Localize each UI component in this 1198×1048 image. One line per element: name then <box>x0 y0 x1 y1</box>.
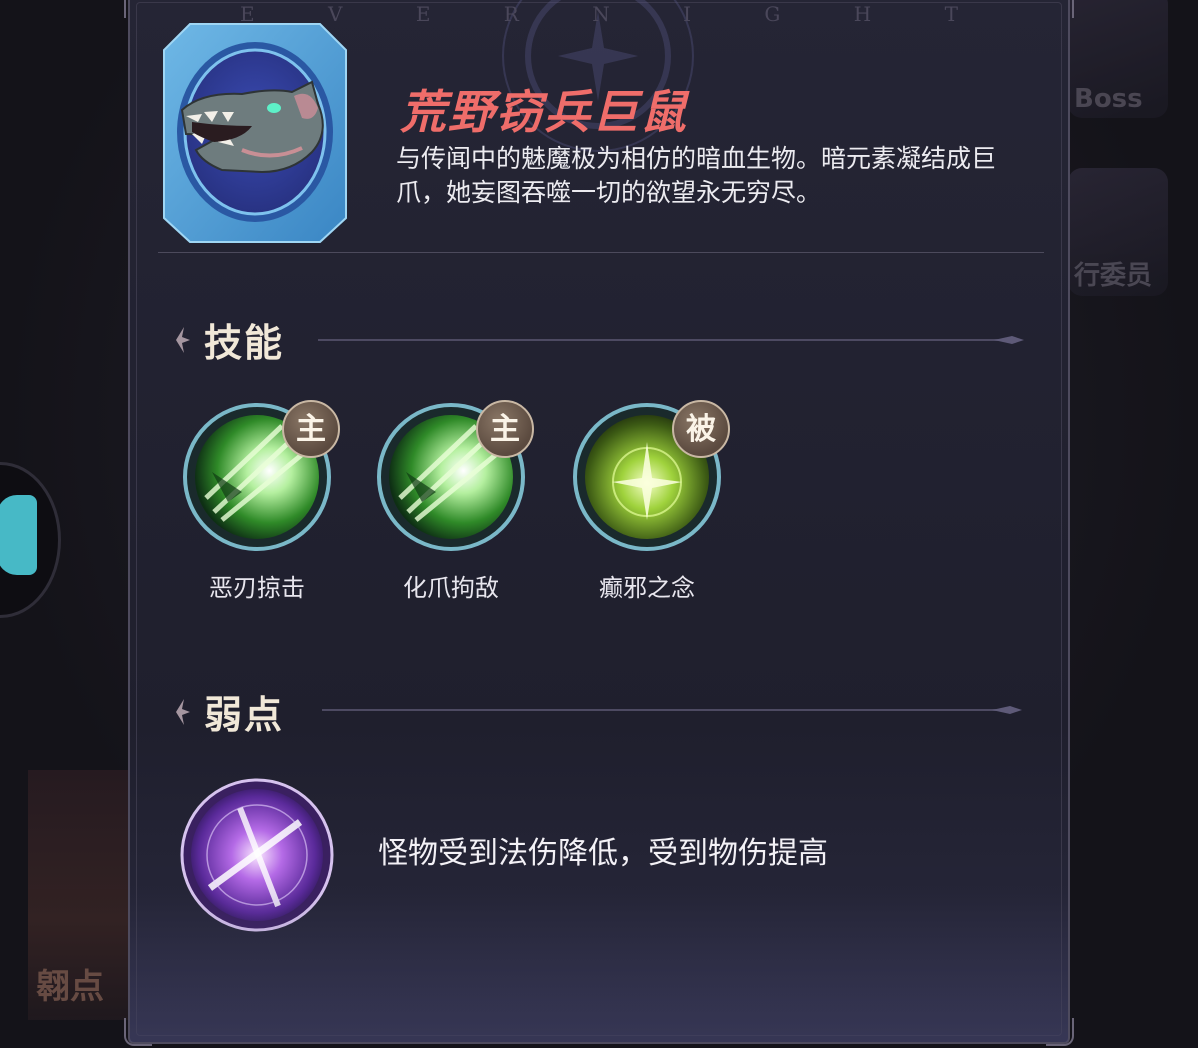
monster-name: 荒野窃兵巨鼠 <box>400 85 688 139</box>
game-screen: Boss 行委员 翱点 E V E R N I G H T 荒野窃兵巨鼠 与传闻… <box>0 0 1198 1048</box>
passive-skill-badge: 被 <box>672 400 730 458</box>
section-divider <box>318 336 1024 344</box>
corner-ornament <box>1046 0 1074 18</box>
skills-section-header: 技能 <box>174 312 284 367</box>
monster-description: 与传闻中的魅魔极为相仿的暗血生物。暗元素凝结成巨爪，她妄图吞噬一切的欲望永无穷尽… <box>396 144 997 207</box>
evernight-watermark: E V E R N I G H T <box>240 2 960 26</box>
section-divider <box>322 706 1022 714</box>
background-banner: 翱点 <box>28 770 128 1020</box>
skill-name: 恶刃掠击 <box>209 574 305 602</box>
divider <box>158 252 1044 253</box>
divider-tip-icon <box>992 706 1022 714</box>
active-skill-badge: 主 <box>476 400 534 458</box>
active-skill-badge: 主 <box>282 400 340 458</box>
divider-tip-icon <box>994 336 1024 344</box>
skill-name: 癫邪之念 <box>599 574 695 602</box>
skills-title: 技能 <box>204 320 285 365</box>
background-avatar <box>0 462 61 618</box>
rat-head-icon <box>163 23 347 243</box>
skill-item[interactable]: 主 化爪拘敌 <box>376 400 534 603</box>
skill-item[interactable]: 主 恶刃掠击 <box>182 400 340 603</box>
weakness-description: 怪物受到法伤降低，受到物伤提高 <box>378 836 828 871</box>
weakness-section-header: 弱点 <box>174 684 284 739</box>
section-marker-icon <box>176 326 190 353</box>
background-card-boss: Boss <box>1068 0 1168 118</box>
background-card-2: 行委员 <box>1068 168 1168 296</box>
weakness-title: 弱点 <box>204 692 285 737</box>
skill-name: 化爪拘敌 <box>403 574 499 602</box>
monster-portrait <box>162 22 348 244</box>
crocodile-icon <box>0 495 37 575</box>
section-marker-icon <box>176 698 190 725</box>
panel-glow <box>130 892 1068 1042</box>
skill-item[interactable]: 被 癫邪之念 <box>572 400 730 603</box>
monster-info-panel: E V E R N I G H T 荒野窃兵巨鼠 与传闻中的魅魔极为相仿的暗血生… <box>124 0 1074 1046</box>
corner-ornament <box>124 0 152 18</box>
